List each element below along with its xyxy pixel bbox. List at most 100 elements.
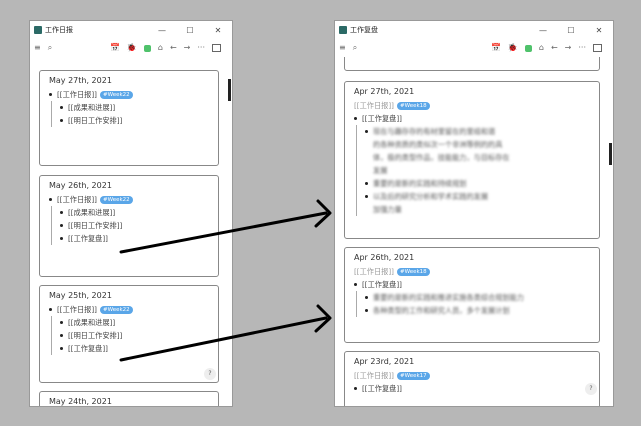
bullet-icon[interactable] [365,182,368,185]
menu-icon[interactable]: ≡ [339,43,346,53]
forward-icon[interactable]: → [565,43,572,53]
block-row[interactable]: [[成果和进展]] [60,206,209,219]
forward-icon[interactable]: → [184,43,191,53]
calendar-icon[interactable]: 📅 [491,43,501,53]
sidebar-toggle-icon[interactable] [212,44,221,52]
block-row[interactable]: [[工作复盘]] [354,382,590,395]
tag-badge[interactable]: #Week18 [396,267,430,276]
home-icon[interactable]: ⌂ [539,43,544,53]
block-row[interactable]: [[工作日报]] #Week22 [49,88,209,101]
block-row[interactable]: [[明日工作安排]] [60,114,209,127]
block-row[interactable]: [[工作复盘]] [354,278,590,291]
more-icon[interactable]: ··· [578,43,586,53]
scrollbar[interactable] [608,59,612,403]
more-icon[interactable]: ··· [197,43,205,53]
block-row[interactable]: [[成果和进展]] [60,316,209,329]
block-row[interactable]: [[工作日报]] #Week22 [49,193,209,206]
search-icon[interactable]: ⌕ [48,43,52,53]
bullet-icon[interactable] [60,224,63,227]
tag-badge[interactable]: #Week22 [99,305,133,314]
tag-badge[interactable]: #Week22 [99,195,133,204]
help-button[interactable]: ? [204,368,216,380]
bullet-icon[interactable] [365,130,368,133]
page-link[interactable]: [[工作日报]] [57,305,97,315]
journal-date[interactable]: May 25th, 2021 [49,291,209,300]
home-icon[interactable]: ⌂ [158,43,163,53]
green-plugin-icon[interactable] [143,44,151,52]
help-button[interactable]: ? [585,383,597,395]
bullet-icon[interactable] [60,119,63,122]
page-link[interactable]: [[工作日报]] [354,267,394,277]
block-row[interactable]: [[成果和进展]] [60,101,209,114]
page-link[interactable]: [[成果和进展]] [68,103,115,113]
scrollbar-thumb[interactable] [228,79,231,101]
journal-date[interactable]: May 26th, 2021 [49,181,209,190]
search-icon[interactable]: ⌕ [353,43,357,53]
page-link[interactable]: [[明日工作安排]] [68,221,122,231]
page-link[interactable]: [[工作复盘]] [362,114,402,124]
maximize-button[interactable]: ☐ [176,26,204,35]
sidebar-toggle-icon[interactable] [593,44,602,52]
tag-badge[interactable]: #Week22 [99,90,133,99]
tag-badge[interactable]: #Week18 [396,101,430,110]
breadcrumb[interactable]: [[工作日报]] #Week18 [354,99,590,112]
bullet-icon[interactable] [49,198,52,201]
bullet-icon[interactable] [365,309,368,312]
tag-badge[interactable]: #Week17 [396,371,430,380]
page-link[interactable]: [[成果和进展]] [68,208,115,218]
page-link[interactable]: [[工作日报]] [354,371,394,381]
bullet-icon[interactable] [60,347,63,350]
page-link[interactable]: [[工作日报]] [57,90,97,100]
page-link[interactable]: [[工作复盘]] [68,234,108,244]
journal-date[interactable]: May 24th, 2021 [49,397,209,406]
breadcrumb[interactable]: [[工作日报]] #Week18 [354,265,590,278]
page-link[interactable]: [[工作日报]] [354,101,394,111]
blurred-block[interactable]: 现在与趣存存的有材里留在的里组和谐 [365,125,590,138]
bullet-icon[interactable] [365,195,368,198]
close-button[interactable]: ✕ [585,26,613,35]
bullet-icon[interactable] [60,237,63,240]
bullet-icon[interactable] [365,296,368,299]
block-row[interactable]: [[明日工作安排]] [60,219,209,232]
page-link[interactable]: [[工作复盘]] [68,344,108,354]
block-row[interactable]: [[工作日报]] #Week22 [49,303,209,316]
bullet-icon[interactable] [60,211,63,214]
bullet-icon[interactable] [49,308,52,311]
journal-date[interactable]: May 27th, 2021 [49,76,209,85]
page-link[interactable]: [[明日工作安排]] [68,331,122,341]
block-row[interactable]: [[工作复盘]] [354,112,590,125]
bullet-icon[interactable] [60,106,63,109]
bug-icon[interactable]: 🐞 [508,43,518,53]
bullet-icon[interactable] [354,117,357,120]
journal-date[interactable]: Apr 26th, 2021 [354,253,590,262]
breadcrumb[interactable]: [[工作日报]] #Week17 [354,369,590,382]
menu-icon[interactable]: ≡ [34,43,41,53]
back-icon[interactable]: ← [170,43,177,53]
calendar-icon[interactable]: 📅 [110,43,120,53]
journal-date[interactable]: Apr 23rd, 2021 [354,357,590,366]
bullet-icon[interactable] [60,334,63,337]
bullet-icon[interactable] [354,283,357,286]
journal-date[interactable]: Apr 27th, 2021 [354,87,590,96]
maximize-button[interactable]: ☐ [557,26,585,35]
blurred-block[interactable]: 重要的是新的实践和持续规划 [365,177,590,190]
block-row[interactable]: [[明日工作安排]] [60,329,209,342]
minimize-button[interactable]: — [148,26,176,35]
minimize-button[interactable]: — [529,26,557,35]
page-link[interactable]: [[工作日报]] [57,195,97,205]
bug-icon[interactable]: 🐞 [127,43,137,53]
page-link[interactable]: [[工作复盘]] [362,280,402,290]
green-plugin-icon[interactable] [524,44,532,52]
scrollbar[interactable] [227,59,231,403]
scrollbar-thumb[interactable] [609,143,612,165]
blurred-block[interactable]: 各种类型的工作和研究人员，多个发展计划 [365,304,590,317]
page-link[interactable]: [[工作复盘]] [362,384,402,394]
page-link[interactable]: [[成果和进展]] [68,318,115,328]
bullet-icon[interactable] [60,321,63,324]
bullet-icon[interactable] [49,93,52,96]
close-button[interactable]: ✕ [204,26,232,35]
bullet-icon[interactable] [354,387,357,390]
block-row[interactable]: [[工作复盘]] [60,342,209,355]
blurred-block[interactable]: 以及后的研究分析和学术实践的发展 [365,190,590,203]
page-link[interactable]: [[明日工作安排]] [68,116,122,126]
